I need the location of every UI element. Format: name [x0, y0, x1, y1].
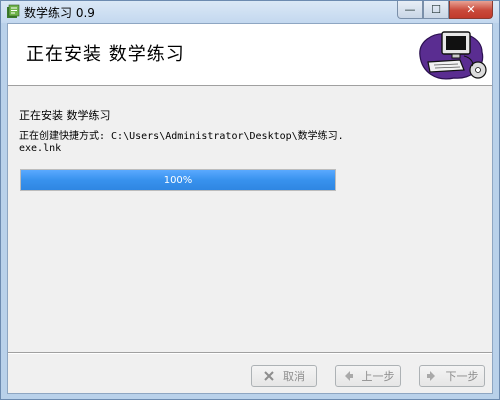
back-arrow-icon: [344, 371, 353, 381]
title-bar[interactable]: 数学练习 0.9 — ☐ ✕: [1, 1, 499, 23]
header-banner: 正在安装 数学练习: [8, 24, 492, 86]
cancel-icon: [264, 371, 274, 381]
back-button[interactable]: 上一步: [335, 365, 401, 387]
next-button-label: 下一步: [445, 370, 479, 383]
maximize-button[interactable]: ☐: [423, 1, 449, 19]
minimize-icon: —: [404, 3, 416, 16]
installer-window: 数学练习 0.9 — ☐ ✕ 正在安装 数学练习 正在安装 数学练习 正在创建快…: [0, 0, 500, 400]
progress-label: 100%: [163, 174, 193, 186]
client-area: 正在安装 数学练习 正在安装 数学练习 正在创建快捷方式: C:\Users\A…: [7, 23, 493, 394]
app-icon: [7, 4, 20, 18]
page-title: 正在安装 数学练习: [26, 44, 185, 65]
progress-bar: 100%: [20, 169, 336, 191]
cancel-button-label: 取消: [283, 370, 305, 383]
footer-divider: [8, 352, 492, 354]
window-title: 数学练习 0.9: [24, 6, 95, 20]
close-button[interactable]: ✕: [449, 1, 493, 19]
next-button[interactable]: 下一步: [419, 365, 485, 387]
close-icon: ✕: [466, 3, 476, 16]
back-button-label: 上一步: [361, 370, 395, 383]
detail-text: 正在创建快捷方式: C:\Users\Administrator\Desktop…: [19, 131, 344, 154]
minimize-button[interactable]: —: [397, 1, 423, 19]
computer-installer-icon: [419, 31, 487, 80]
status-text: 正在安装 数学练习: [19, 109, 111, 122]
cancel-button[interactable]: 取消: [251, 365, 317, 387]
maximize-icon: ☐: [431, 3, 441, 16]
window-controls: — ☐ ✕: [397, 1, 493, 19]
next-arrow-icon: [426, 371, 435, 381]
install-progress-panel: 正在安装 数学练习 正在创建快捷方式: C:\Users\Administrat…: [8, 87, 492, 357]
